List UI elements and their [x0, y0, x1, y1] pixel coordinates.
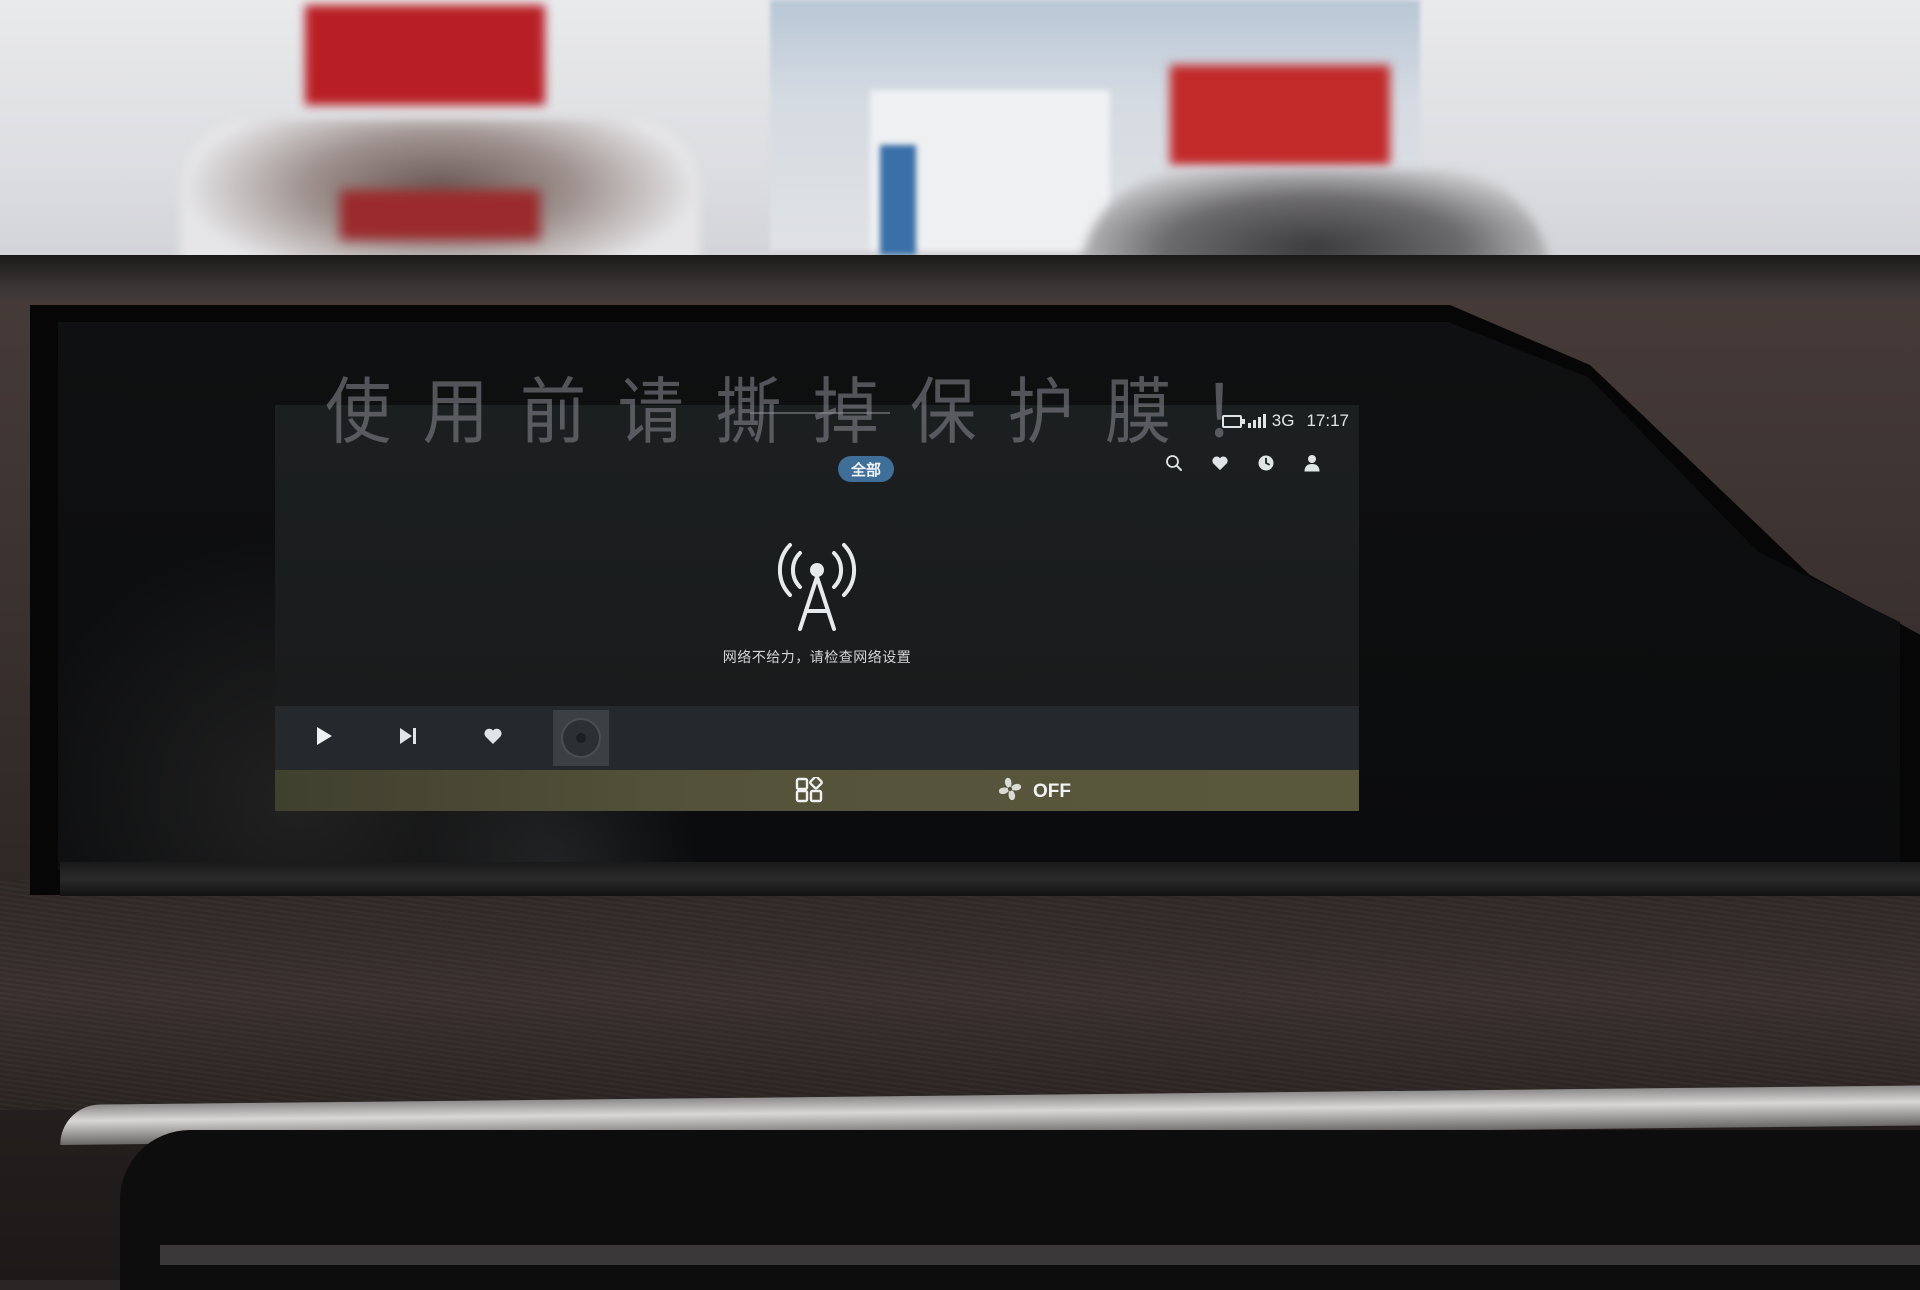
like-heart-icon[interactable] — [483, 727, 503, 750]
app-grid-icon[interactable] — [795, 775, 823, 805]
display-bezel-bottom — [60, 862, 1920, 896]
fan-status-label: OFF — [1033, 780, 1071, 802]
film-scratch — [750, 412, 890, 414]
infotainment-screen: 3G 17:17 全部 网络不给力，请检查网络设置 OFF — [275, 405, 1359, 811]
dashboard-trim-panel — [0, 880, 1920, 1110]
network-error-message: 网络不给力，请检查网络设置 — [722, 649, 912, 665]
clock-time: 17:17 — [1306, 411, 1349, 430]
showroom-sign-right — [1170, 65, 1390, 165]
protective-film-warning: 使用前请撕掉保护膜！ — [325, 370, 1301, 454]
showroom-blue-post — [880, 145, 916, 255]
player-controls — [275, 706, 543, 770]
play-icon[interactable] — [315, 726, 333, 751]
fan-control[interactable]: OFF — [997, 776, 1071, 807]
showroom-car-left-detail — [340, 190, 540, 240]
disc-icon — [561, 718, 601, 758]
showroom-background — [0, 0, 1920, 290]
network-error-state: 网络不给力，请检查网络设置 — [667, 537, 967, 667]
air-vent — [120, 1130, 1920, 1290]
signal-tower-icon — [772, 537, 862, 637]
fan-icon — [997, 776, 1023, 807]
skip-next-icon[interactable] — [398, 727, 418, 750]
mini-player — [275, 706, 1359, 770]
album-art[interactable] — [553, 710, 609, 766]
air-vent-rim — [160, 1245, 1920, 1265]
user-icon[interactable] — [1301, 452, 1323, 474]
category-pill-all[interactable]: 全部 — [838, 456, 894, 482]
bottom-bar: OFF — [275, 770, 1359, 811]
showroom-sign-left — [305, 5, 545, 105]
